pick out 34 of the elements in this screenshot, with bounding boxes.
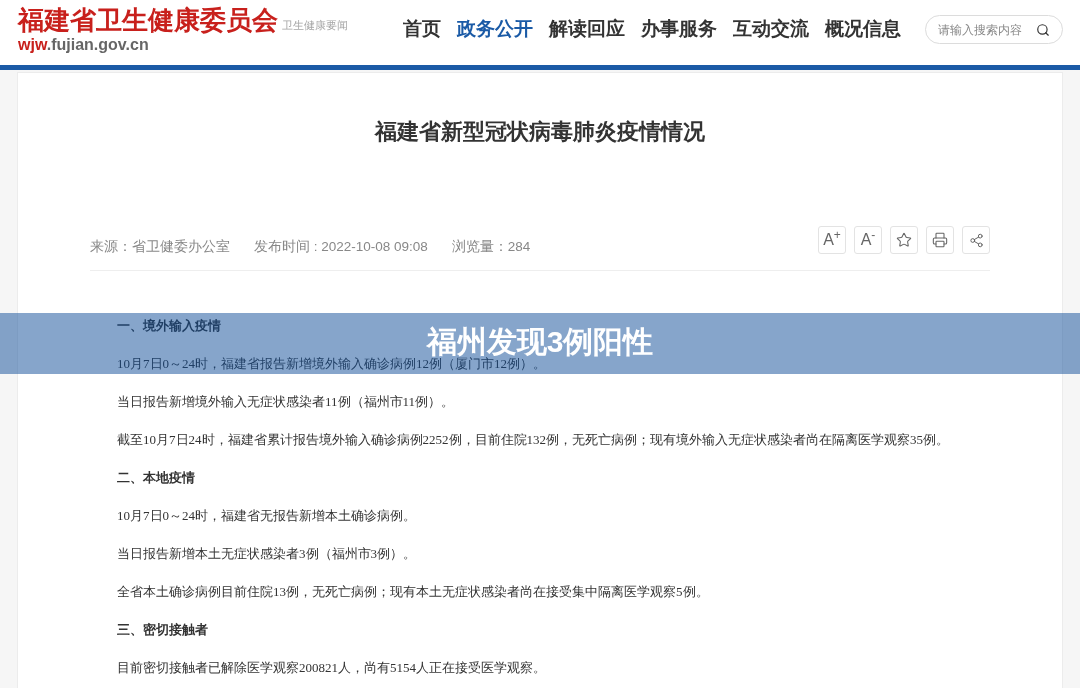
article-meta: 浏览量：284 [451,238,531,256]
search-field[interactable]: 请输入搜索内容 [925,15,1063,44]
section-heading: 二、本地疫情 [117,469,195,487]
printer-icon [932,232,948,248]
nav-link[interactable]: 互动交流 [733,18,809,40]
article-paragraph: 截至10月7日24时，福建省累计报告境外输入确诊病例2252例，目前住院132例，无死亡病例；现有境外输入无症状感染者尚在隔离医学观察35例。 [117,431,949,449]
article-paragraph: 10月7日0～24时，福建省报告新增境外输入确诊病例12例（厦门市12例）。 [117,356,546,373]
faded-caption: 卫生健康要闻 [282,18,348,32]
article-meta: 发布时间 : 2022-10-08 09:08 [254,238,428,256]
article-meta: 来源：省卫健委办公室 [90,238,230,256]
star-icon [896,232,912,248]
site-url: wjw.fujian.gov.cn [18,36,149,53]
search-icon[interactable] [1036,22,1050,37]
nav-link[interactable]: 首页 [403,18,441,40]
article-paragraph: 当日报告新增本土无症状感染者3例（福州市3例）。 [117,545,416,563]
font-increase-button[interactable]: A$^{+}$ [818,226,846,254]
share-icon [968,232,984,248]
site-logo-title: 福建省卫生健康委员会 [18,6,278,36]
article-title: 福建省新型冠状病毒肺炎疫情情况 [375,118,705,144]
favorite-button[interactable] [890,226,918,254]
print-button[interactable] [926,226,954,254]
nav-link[interactable]: 办事服务 [641,18,717,40]
section-heading: 三、密切接触者 [117,621,208,639]
article-paragraph: 10月7日0～24时，福建省无报告新增本土确诊病例。 [117,507,416,525]
nav-link[interactable]: 概况信息 [825,18,901,40]
article-paragraph: 全省本土确诊病例目前住院13例，无死亡病例；现有本土无症状感染者尚在接受集中隔离医学观察5例。 [117,583,709,601]
nav-link[interactable]: 政务公开 [457,18,533,40]
font-decrease-button[interactable]: A$^{-}$ [854,226,882,254]
banner-title: 福州发现3例阳性 [426,327,654,356]
article-paragraph: 目前密切接触者已解除医学观察200821人，尚有5154人正在接受医学观察。 [117,659,546,677]
share-button[interactable] [962,226,990,254]
article-paragraph: 当日报告新增境外输入无症状感染者11例（福州市11例）。 [117,393,455,411]
nav-link[interactable]: 解读回应 [549,18,625,40]
section-heading: 一、境外输入疫情 [117,317,221,335]
